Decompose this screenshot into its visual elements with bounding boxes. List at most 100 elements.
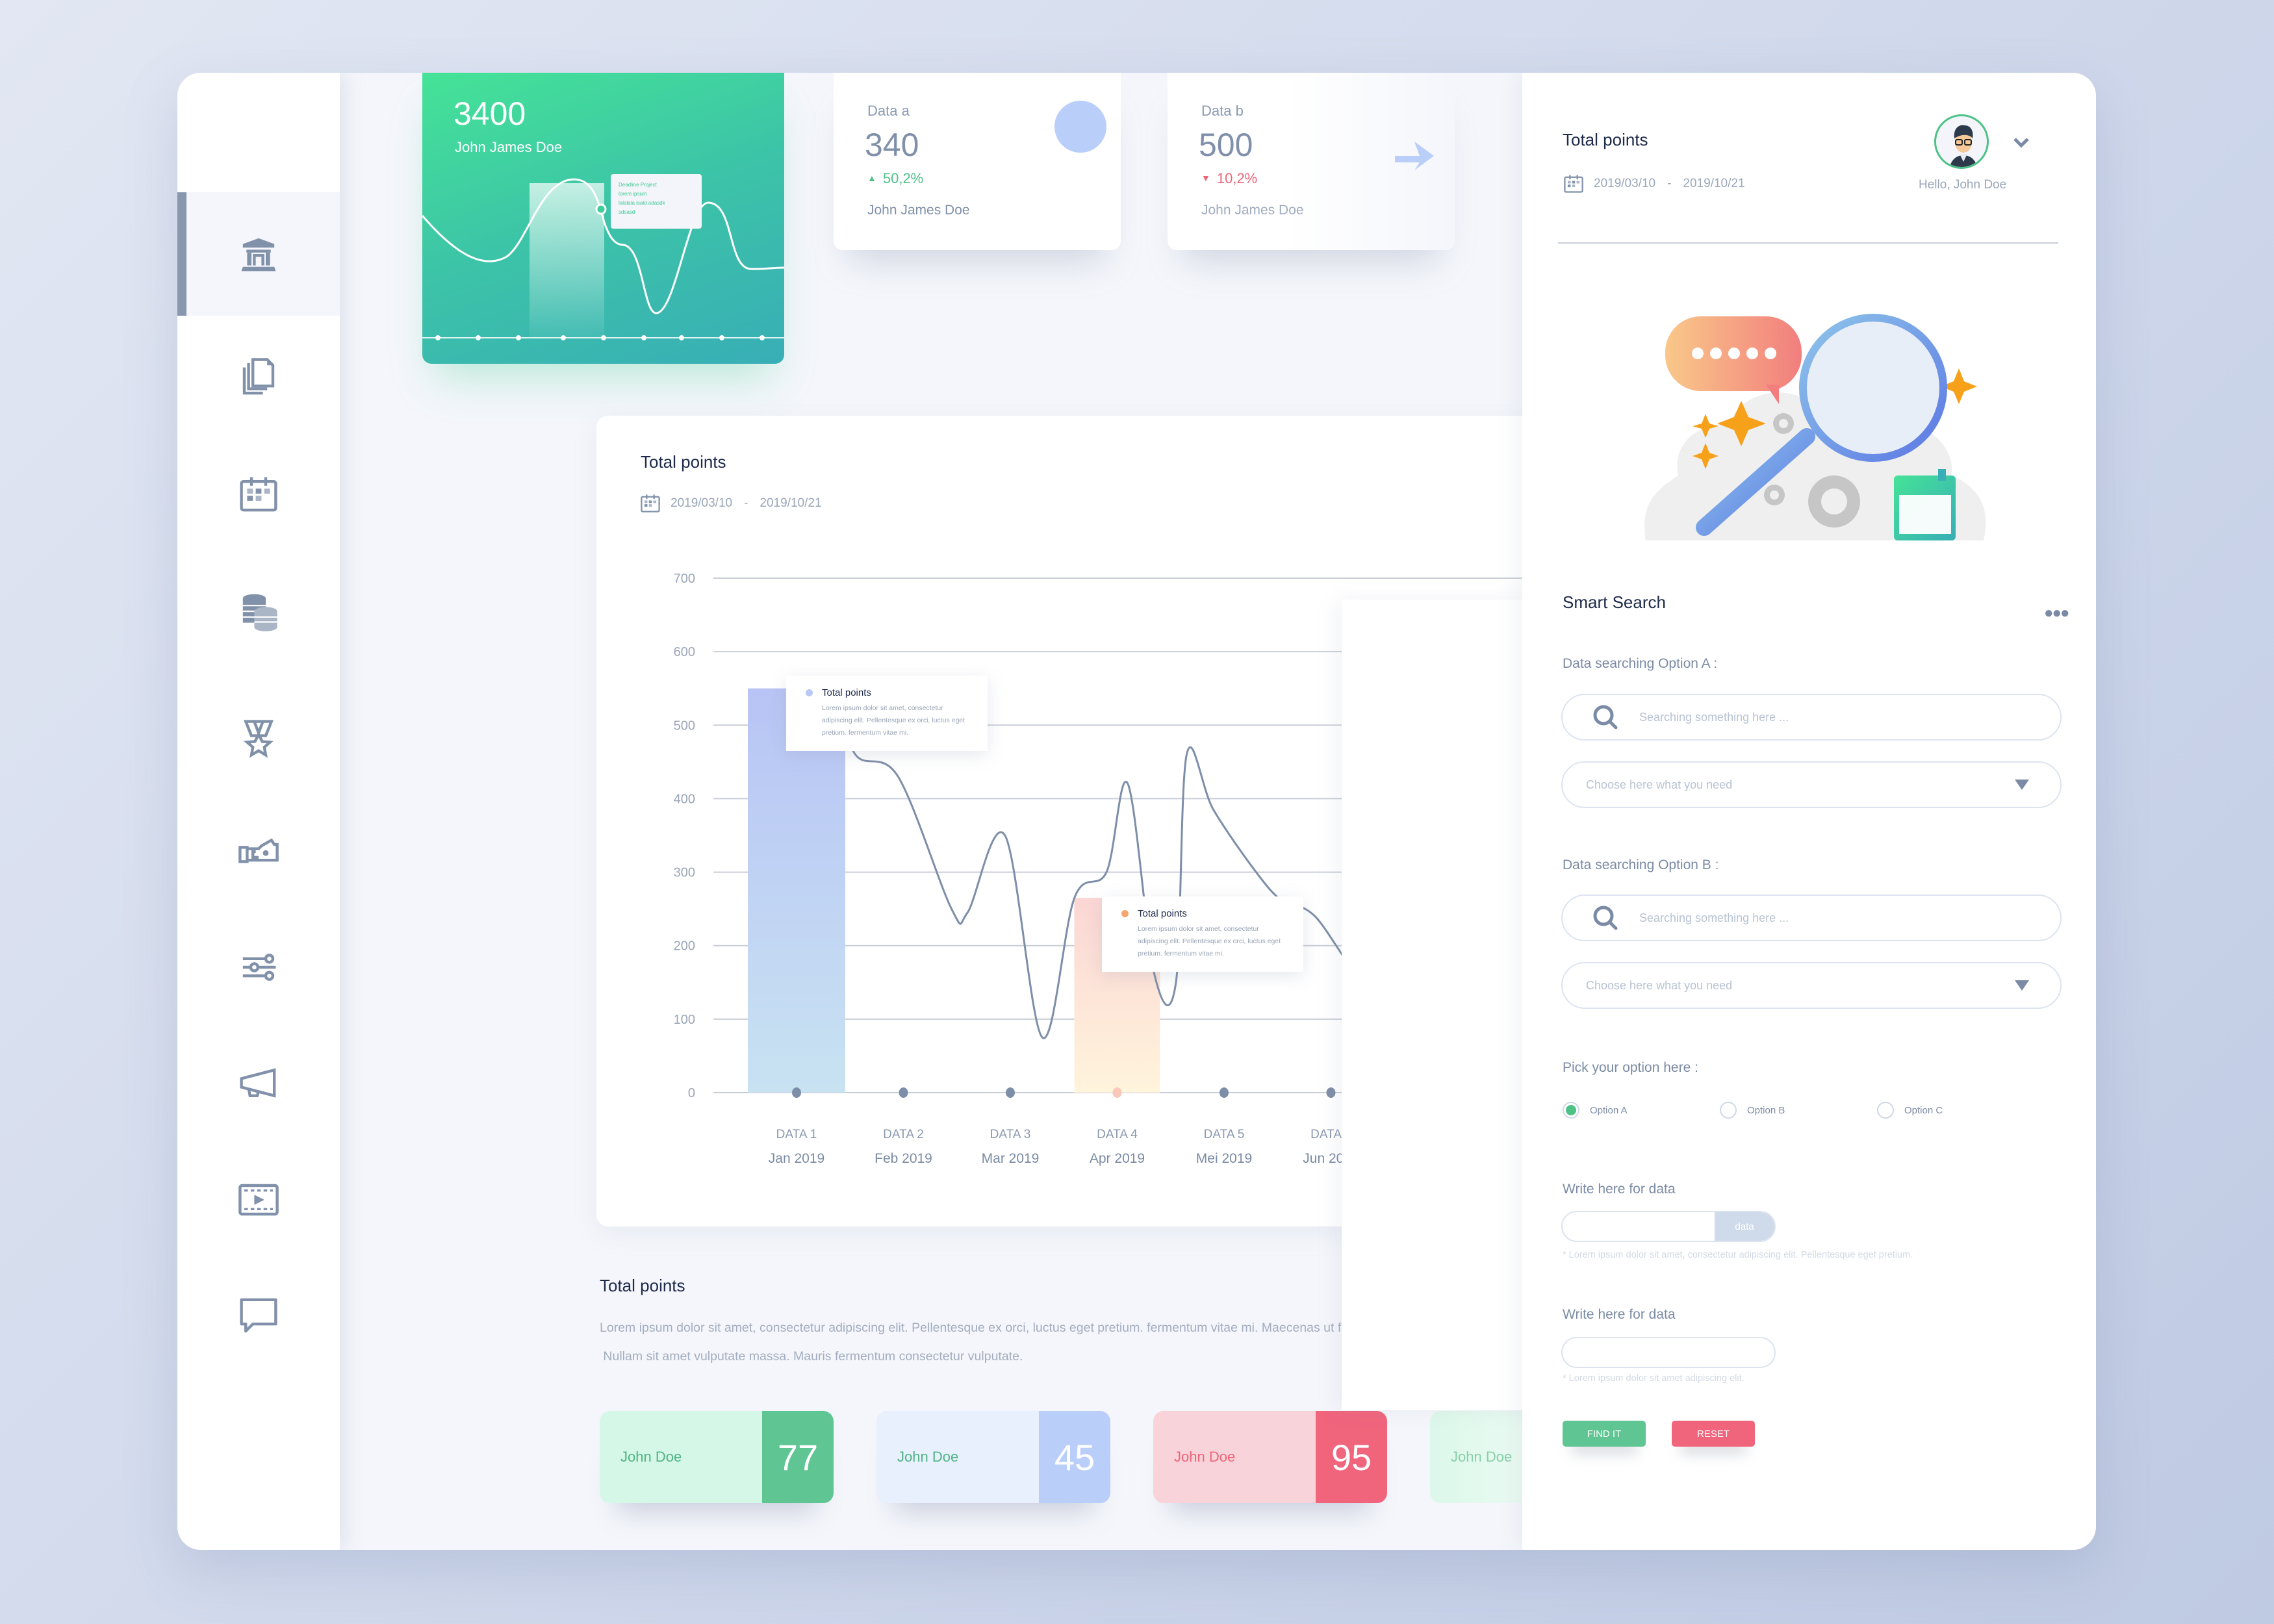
highlight-name: John James Doe — [455, 139, 563, 155]
score-card-value: 77 — [762, 1411, 834, 1503]
search-icon — [1593, 906, 1618, 930]
option-b-label: Data searching Option B : — [1563, 857, 1719, 872]
date-to: 2019/10/21 — [1683, 177, 1745, 190]
stat-change: ▲ 50,2% — [867, 170, 923, 187]
sparkline-active-point[interactable] — [595, 203, 607, 215]
sidebar-item-award[interactable] — [177, 677, 340, 800]
legend-dot — [1121, 910, 1129, 917]
sidebar-item-calendar[interactable] — [177, 433, 340, 556]
select-dropdown-a[interactable]: Choose here what you need — [1561, 761, 2062, 808]
radio-button-checked[interactable] — [1563, 1102, 1579, 1119]
y-tick-label: 600 — [674, 645, 695, 659]
reset-button[interactable]: RESET — [1672, 1421, 1755, 1447]
sidebar-item-messages[interactable] — [177, 1254, 340, 1377]
data-button[interactable]: data — [1715, 1212, 1774, 1241]
documents-icon — [242, 358, 275, 395]
score-card[interactable]: John Doe 45 — [876, 1411, 1110, 1503]
score-card[interactable]: John Doe 77 — [600, 1411, 834, 1503]
radio-option-c[interactable]: Option C — [1877, 1102, 1943, 1119]
select-dropdown-b[interactable]: Choose here what you need — [1561, 962, 2062, 1009]
radio-label: Option B — [1747, 1104, 1785, 1116]
stat-person: John James Doe — [1201, 203, 1304, 218]
radio-option-b[interactable]: Option B — [1720, 1102, 1785, 1119]
score-card-name: John Doe — [1153, 1411, 1316, 1503]
x-tick-sublabel: Apr 2019 — [1090, 1151, 1145, 1166]
score-card[interactable]: John Doe 95 — [1153, 1411, 1387, 1503]
find-it-button[interactable]: FIND IT — [1563, 1421, 1646, 1447]
stat-label: Data b — [1201, 103, 1244, 119]
sliders-icon — [242, 954, 276, 981]
y-tick-label: 400 — [674, 792, 695, 806]
right-panel-date-range[interactable]: 2019/03/10 - 2019/10/21 — [1563, 173, 1745, 195]
stat-change-value: 50,2% — [882, 170, 924, 186]
x-tick-label: DATA 2 — [883, 1128, 924, 1141]
select-placeholder: Choose here what you need — [1586, 978, 1733, 992]
sidebar-item-payment[interactable] — [177, 790, 340, 913]
app-window: 3400 John James Doe Deadline Project lor… — [177, 73, 2096, 1550]
option-a-label: Data searching Option A : — [1563, 656, 1718, 671]
x-tick-label: DATA 3 — [990, 1128, 1031, 1141]
more-options-icon[interactable]: ●●● — [2044, 604, 2069, 622]
score-card-name: John Doe — [876, 1411, 1039, 1503]
sidebar-item-documents[interactable] — [177, 316, 340, 439]
score-card-name: John Doe — [600, 1411, 762, 1503]
tooltip-title: Total points — [1138, 908, 1187, 919]
x-axis-point — [1326, 1087, 1336, 1098]
search-input-a[interactable]: Searching something here ... — [1561, 694, 2062, 741]
x-tick-sublabel: Jan 2019 — [769, 1151, 824, 1166]
hint-text: * Lorem ipsum dolor sit amet, consectetu… — [1563, 1250, 1913, 1260]
tooltip-body: Lorem ipsum dolor sit amet, consectetur … — [1138, 925, 1281, 958]
coins-icon — [242, 594, 277, 631]
x-tick-label: DATA 4 — [1097, 1128, 1138, 1141]
search-icon — [1593, 705, 1618, 730]
tooltip-line: lalalala isald adasdk — [619, 200, 665, 206]
data-input-2[interactable] — [1561, 1337, 1776, 1368]
bank-icon — [241, 238, 276, 272]
stat-label: Data a — [867, 103, 910, 119]
highlight-column — [530, 183, 604, 338]
stat-change-value: 10,2% — [1216, 170, 1258, 186]
stat-person: John James Doe — [867, 203, 970, 218]
search-placeholder: Searching something here ... — [1639, 710, 1789, 724]
search-input-b[interactable]: Searching something here ... — [1561, 894, 2062, 941]
highlight-card[interactable]: 3400 John James Doe Deadline Project lor… — [422, 73, 784, 364]
tooltip-title: Total points — [822, 687, 871, 698]
write-data-label-2: Write here for data — [1563, 1307, 1676, 1322]
highlight-value: 3400 — [454, 95, 526, 132]
radio-button[interactable] — [1720, 1102, 1737, 1119]
arrow-right-icon[interactable] — [1388, 136, 1440, 182]
chevron-down-icon[interactable] — [2012, 136, 2030, 149]
stat-value: 340 — [865, 127, 919, 163]
sidebar — [177, 73, 340, 1550]
sidebar-item-announcements[interactable] — [177, 1021, 340, 1145]
user-greeting: Hello, John Doe — [1919, 178, 2007, 192]
sidebar-item-coins[interactable] — [177, 550, 340, 673]
x-axis-point — [899, 1087, 908, 1098]
data-input-with-button[interactable]: data — [1561, 1211, 1776, 1242]
stat-card-data-b[interactable]: Data b 500 ▼ 10,2% John James Doe — [1168, 73, 1455, 250]
radio-option-a[interactable]: Option A — [1563, 1102, 1628, 1119]
sidebar-item-bank[interactable] — [177, 192, 340, 316]
radio-button[interactable] — [1877, 1102, 1894, 1119]
data-input-field[interactable] — [1563, 1212, 1715, 1241]
search-illustration — [1644, 314, 1986, 540]
user-avatar[interactable] — [1934, 114, 1989, 169]
video-icon — [238, 1184, 279, 1216]
score-card-value: 45 — [1039, 1411, 1110, 1503]
calendar-icon — [240, 477, 277, 512]
tooltip-line: sdsasd — [619, 209, 635, 215]
sidebar-item-settings-sliders[interactable] — [177, 906, 340, 1029]
date-from: 2019/03/10 — [1594, 177, 1656, 190]
sidebar-item-video[interactable] — [177, 1138, 340, 1262]
select-placeholder: Choose here what you need — [1586, 778, 1733, 791]
write-data-label: Write here for data — [1563, 1182, 1676, 1197]
search-placeholder: Searching something here ... — [1639, 911, 1789, 924]
stat-card-data-a[interactable]: Data a 340 ▲ 50,2% John James Doe — [834, 73, 1121, 250]
main-content: 3400 John James Doe Deadline Project lor… — [340, 73, 1915, 1550]
x-axis-point — [1220, 1087, 1229, 1098]
smart-search-title: Smart Search — [1563, 592, 1666, 612]
dropdown-caret-icon — [2015, 980, 2029, 991]
tooltip-body: Lorem ipsum dolor sit amet, consectetur … — [822, 704, 965, 737]
y-tick-label: 500 — [674, 718, 695, 733]
data-input-field[interactable] — [1563, 1338, 1774, 1367]
